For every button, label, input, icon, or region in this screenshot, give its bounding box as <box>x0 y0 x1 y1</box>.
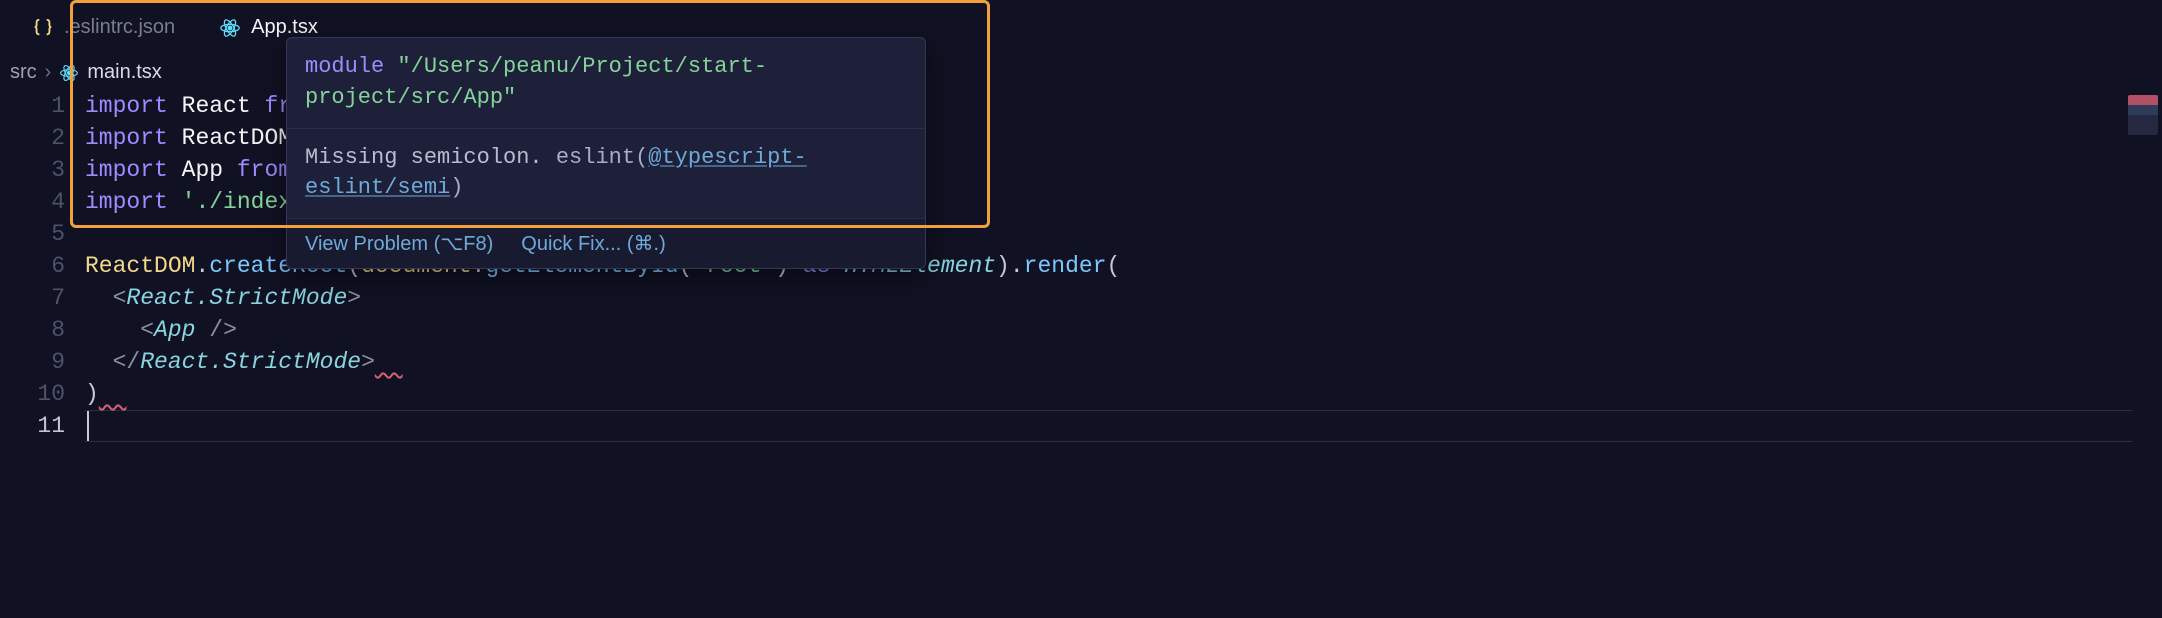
view-problem-action[interactable]: View Problem (⌥F8) <box>305 231 493 256</box>
code-line[interactable]: import React fro <box>85 90 306 122</box>
line-number: 9 <box>0 346 65 378</box>
diagnostic-hover: module "/Users/peanu/Project/start-proje… <box>286 37 926 269</box>
code-line[interactable]: <React.StrictMode> <box>85 282 361 314</box>
react-icon <box>219 17 241 39</box>
hover-message: Missing semicolon. <box>305 145 543 170</box>
hover-keyword: module <box>305 54 384 79</box>
hover-message-row: Missing semicolon. eslint(@typescript-es… <box>287 128 925 219</box>
line-number: 10 <box>0 378 65 410</box>
code-line[interactable]: import ReactDOM <box>85 122 306 154</box>
line-number: 6 <box>0 250 65 282</box>
react-icon <box>59 61 79 84</box>
line-number: 3 <box>0 154 65 186</box>
line-number: 2 <box>0 122 65 154</box>
gutter: 1234567891011 <box>0 90 85 618</box>
tab-label: App.tsx <box>251 16 318 39</box>
line-number: 8 <box>0 314 65 346</box>
breadcrumb-segment[interactable]: src <box>10 61 37 84</box>
line-number: 1 <box>0 90 65 122</box>
code-line[interactable]: <App /> <box>85 314 237 346</box>
code-line[interactable]: ) <box>85 378 126 410</box>
line-number: 5 <box>0 218 65 250</box>
hover-source: eslint <box>556 145 635 170</box>
braces-icon <box>32 17 54 39</box>
tab-label: .eslintrc.json <box>64 16 175 39</box>
breadcrumb-current[interactable]: main.tsx <box>87 61 161 84</box>
tab-eslintrc[interactable]: .eslintrc.json <box>10 0 197 55</box>
quick-fix-action[interactable]: Quick Fix... (⌘.) <box>521 231 665 256</box>
line-number: 4 <box>0 186 65 218</box>
minimap[interactable] <box>2128 95 2158 135</box>
line-number: 7 <box>0 282 65 314</box>
code-line[interactable]: </React.StrictMode> <box>85 346 402 378</box>
hover-module-row: module "/Users/peanu/Project/start-proje… <box>287 38 925 128</box>
line-number: 11 <box>0 410 65 442</box>
chevron-right-icon: › <box>45 61 52 84</box>
hover-actions: View Problem (⌥F8) Quick Fix... (⌘.) <box>287 218 925 268</box>
